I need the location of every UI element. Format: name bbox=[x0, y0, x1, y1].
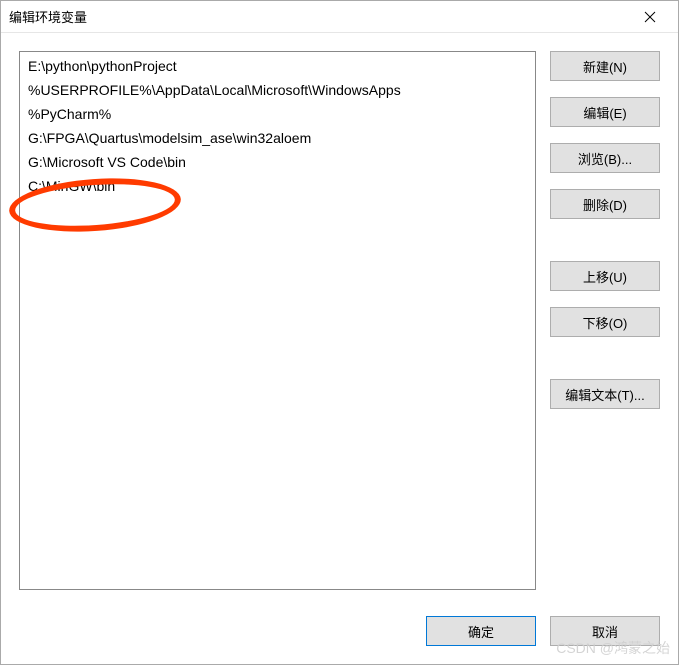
edit-button[interactable]: 编辑(E) bbox=[550, 97, 660, 127]
side-button-column: 新建(N) 编辑(E) 浏览(B)... 删除(D) 上移(U) 下移(O) 编… bbox=[550, 51, 660, 590]
delete-button[interactable]: 删除(D) bbox=[550, 189, 660, 219]
dialog-window: 编辑环境变量 E:\python\pythonProject %USERPROF… bbox=[0, 0, 679, 665]
window-title: 编辑环境变量 bbox=[9, 7, 630, 26]
list-item[interactable]: C:\MinGW\bin bbox=[22, 174, 533, 198]
path-listbox[interactable]: E:\python\pythonProject %USERPROFILE%\Ap… bbox=[19, 51, 536, 590]
ok-button[interactable]: 确定 bbox=[426, 616, 536, 646]
list-item[interactable]: %PyCharm% bbox=[22, 102, 533, 126]
close-icon bbox=[644, 11, 656, 23]
movedown-button[interactable]: 下移(O) bbox=[550, 307, 660, 337]
list-item[interactable]: G:\Microsoft VS Code\bin bbox=[22, 150, 533, 174]
new-button[interactable]: 新建(N) bbox=[550, 51, 660, 81]
cancel-button[interactable]: 取消 bbox=[550, 616, 660, 646]
list-item[interactable]: E:\python\pythonProject bbox=[22, 54, 533, 78]
browse-button[interactable]: 浏览(B)... bbox=[550, 143, 660, 173]
list-item[interactable]: %USERPROFILE%\AppData\Local\Microsoft\Wi… bbox=[22, 78, 533, 102]
titlebar: 编辑环境变量 bbox=[1, 1, 678, 33]
content-area: E:\python\pythonProject %USERPROFILE%\Ap… bbox=[1, 33, 678, 604]
edittext-button[interactable]: 编辑文本(T)... bbox=[550, 379, 660, 409]
moveup-button[interactable]: 上移(U) bbox=[550, 261, 660, 291]
close-button[interactable] bbox=[630, 1, 670, 33]
bottom-bar: 确定 取消 bbox=[1, 604, 678, 664]
list-item[interactable]: G:\FPGA\Quartus\modelsim_ase\win32aloem bbox=[22, 126, 533, 150]
